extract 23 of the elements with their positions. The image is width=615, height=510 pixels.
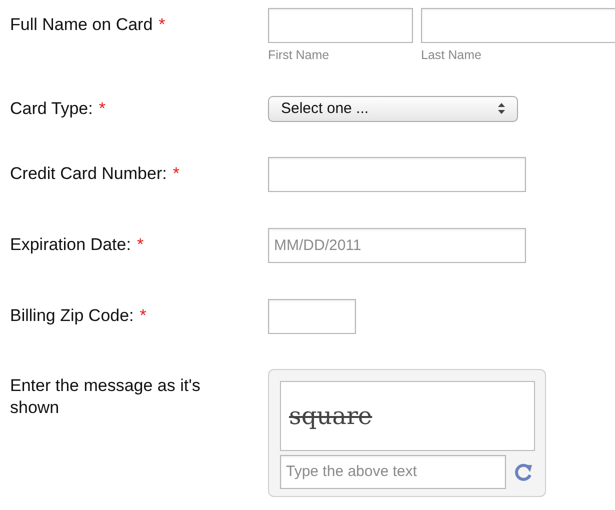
field-label: Expiration Date:	[10, 234, 131, 254]
field-label: Full Name on Card	[10, 15, 153, 34]
field-label: Card Type:	[10, 98, 93, 118]
required-marker: *	[136, 234, 144, 254]
name-input[interactable]	[421, 8, 615, 43]
captcha-input[interactable]: Type the above text	[280, 454, 506, 489]
text-input[interactable]	[268, 298, 356, 334]
text-input[interactable]: MM/DD/2011	[268, 228, 526, 263]
required-marker: *	[98, 98, 106, 118]
required-marker: *	[172, 164, 180, 183]
required-marker: *	[140, 306, 146, 325]
field-label: Billing Zip Code:	[10, 306, 134, 325]
name-input[interactable]	[268, 8, 413, 43]
stepper-icon	[498, 103, 505, 114]
required-marker: *	[158, 15, 166, 34]
text-input[interactable]	[268, 156, 526, 192]
field-label: Credit Card Number:	[10, 164, 167, 183]
sublabel: First Name	[268, 47, 330, 64]
captcha-image: square	[280, 380, 535, 451]
sublabel: Last Name	[421, 47, 482, 64]
select-dropdown[interactable]: Select one ...	[268, 96, 518, 122]
refresh-icon[interactable]	[514, 462, 534, 482]
captcha-label: Enter the message as it's shown	[10, 374, 202, 419]
